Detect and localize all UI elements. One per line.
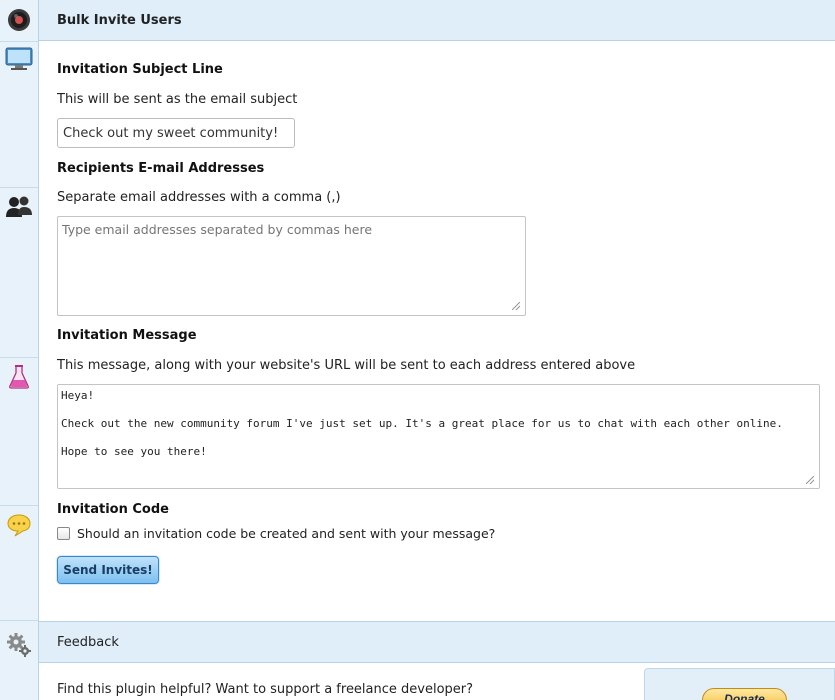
chat-bubble-icon [4,510,34,540]
subject-label: Invitation Subject Line [57,62,223,77]
flask-icon [4,362,34,392]
subject-description: This will be sent as the email subject [57,92,298,107]
donate-box: Donate [644,668,835,700]
gears-icon [4,630,34,660]
sidebar [0,0,39,700]
donate-button[interactable]: Donate [702,688,787,700]
invitation-code-checkbox[interactable] [57,527,70,540]
recipients-label: Recipients E-mail Addresses [57,161,265,176]
feedback-header[interactable]: Feedback [39,621,835,663]
invitation-code-checkbox-label[interactable]: Should an invitation code be created and… [77,526,495,541]
monitor-icon [4,44,34,74]
users-icon [4,192,34,222]
recipients-textarea[interactable] [57,216,526,316]
bulk-invite-header[interactable]: Bulk Invite Users [39,0,835,41]
message-label: Invitation Message [57,328,197,343]
record-icon [4,5,34,35]
message-textarea[interactable]: Heya! Check out the new community forum … [57,384,820,489]
invitation-code-row[interactable]: Should an invitation code be created and… [57,526,495,541]
subject-input[interactable] [57,118,295,148]
recipients-description: Separate email addresses with a comma (,… [57,190,341,205]
feedback-title: Feedback [57,634,119,650]
bulk-invite-title: Bulk Invite Users [57,12,182,28]
feedback-text: Find this plugin helpful? Want to suppor… [57,682,474,697]
invitation-code-label: Invitation Code [57,502,169,517]
send-invites-button[interactable]: Send Invites! [57,556,159,584]
resize-grip-icon[interactable] [512,302,520,310]
message-description: This message, along with your website's … [57,358,636,373]
resize-grip-icon[interactable] [806,476,814,484]
